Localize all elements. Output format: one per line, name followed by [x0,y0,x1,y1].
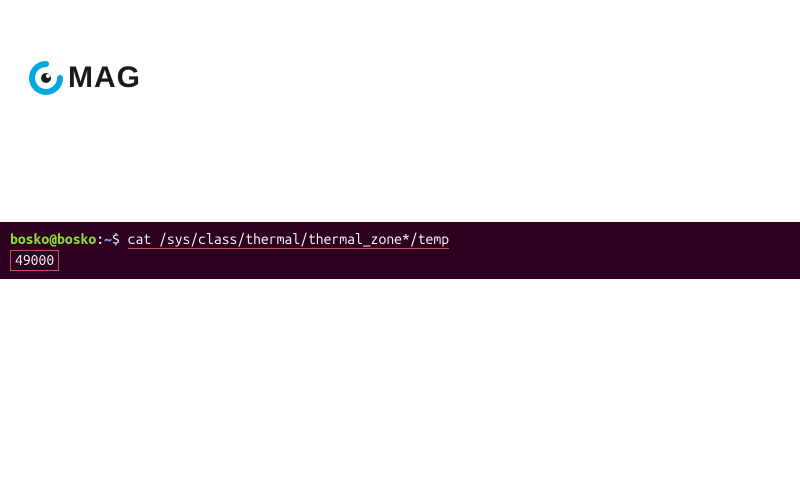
terminal-command: cat /sys/class/thermal/thermal_zone*/tem… [128,231,449,249]
prompt-path: ~ [104,231,112,247]
prompt-dollar: $ [112,231,120,247]
logo-icon [28,60,64,96]
terminal-output-line: 49000 [10,250,790,272]
prompt-colon: : [96,231,104,247]
brand-logo: MAG [28,60,141,96]
prompt-user: bosko@bosko [10,231,96,247]
terminal-window[interactable]: bosko@bosko:~$ cat /sys/class/thermal/th… [0,222,800,279]
terminal-prompt-line: bosko@bosko:~$ cat /sys/class/thermal/th… [10,230,790,250]
logo-text: MAG [68,61,141,95]
terminal-output: 49000 [10,250,59,272]
